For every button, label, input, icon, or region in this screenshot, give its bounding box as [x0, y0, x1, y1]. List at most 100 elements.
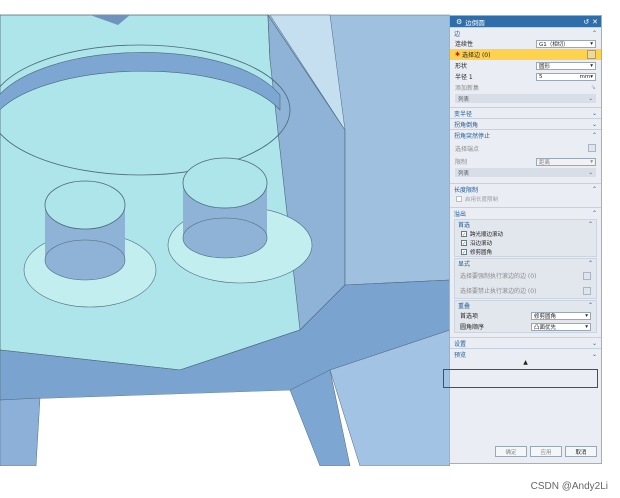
pref-checkbox-2[interactable]: ✓ 沿边滚动 [455, 238, 596, 247]
edge-list-label: 列表 [458, 96, 470, 103]
explicit-label: 显式 [458, 261, 471, 268]
section-settings[interactable]: 设置 ⌄ [450, 337, 601, 348]
section-corner-stop[interactable]: 拐角突然停止 ⌃ [450, 129, 601, 140]
explicit-force-row[interactable]: 选择要强制执行滚边的边 (0) [455, 268, 596, 283]
chevron-down-icon: ⌄ [591, 339, 597, 347]
resolve-label: 重叠 [458, 303, 471, 310]
select-endpoint-label: 选择端点 [455, 145, 480, 153]
required-star-icon: ✱ [455, 51, 461, 58]
corner-list-bar[interactable]: 列表 ⌄ [455, 168, 596, 177]
radius-input[interactable]: 5 mm ▾ [536, 72, 596, 81]
select-edge-row[interactable]: ✱ 选择边 (0) [450, 49, 601, 60]
section-length-limit-label: 长度限制 [454, 186, 479, 194]
section-preview[interactable]: 预览 ⌄ [450, 348, 601, 359]
explicit-header[interactable]: 显式 ⌃ [455, 259, 596, 268]
section-preview-label: 预览 [454, 351, 467, 359]
dialog-buttons: 确定 应用 取消 [450, 446, 601, 457]
chevron-down-icon: ⌄ [588, 169, 593, 176]
graphics-viewport[interactable] [0, 0, 450, 466]
continuity-value: G1（相切） [539, 41, 569, 48]
explicit-forbid-label: 选择要禁止执行滚边的边 (0) [460, 288, 537, 295]
chevron-down-icon: ▾ [590, 62, 593, 69]
checkbox-box: ✓ [456, 195, 462, 202]
limit-label: 限制 [455, 159, 468, 166]
resolve-header[interactable]: 重叠 ⌃ [455, 301, 596, 310]
chevron-down-icon: ⌄ [591, 109, 597, 117]
edge-blend-dialog: ⚙ 边倒圆 ↺ ✕ 边 ⌃ 连续性 G1（相切） ▾ ✱ 选择边 (0) 形状 … [449, 15, 602, 464]
resolve-preference-select[interactable]: 修剪圆角 ▾ [531, 311, 591, 320]
pref-item-label: 沿边滚动 [470, 240, 493, 247]
chevron-down-icon: ⌄ [591, 350, 597, 358]
section-corner-setback[interactable]: 拐角倒角 ⌄ [450, 118, 601, 129]
chevron-up-icon: ⌃ [591, 29, 597, 37]
apply-button[interactable]: 应用 [530, 446, 562, 457]
resolve-panel: 重叠 ⌃ 首选项 修剪圆角 ▾ 圆角顺序 凸面优先 ▾ [454, 300, 597, 333]
chevron-down-icon: ▾ [590, 40, 593, 47]
chevron-up-icon: ⌃ [587, 260, 593, 267]
ok-button[interactable]: 确定 [495, 446, 527, 457]
radius-unit: mm [579, 73, 591, 80]
blend-order-select[interactable]: 凸面优先 ▾ [531, 322, 591, 331]
checkbox-box: ✓ [461, 239, 467, 247]
section-edge[interactable]: 边 ⌃ [450, 27, 601, 38]
chevron-down-icon: ⌄ [591, 120, 597, 128]
preference-header[interactable]: 首选 ⌃ [455, 220, 596, 229]
radius-row: 半径 1 5 mm ▾ [450, 71, 601, 82]
reset-icon[interactable]: ↺ [583, 18, 589, 26]
section-variable-radius[interactable]: 变半径 ⌄ [450, 107, 601, 118]
pref-checkbox-1[interactable]: ✓ 跨光顺边滚动 [455, 229, 596, 238]
pref-checkbox-3[interactable]: ✓ 修剪圆角 [455, 247, 596, 256]
gear-icon: ⚙ [456, 17, 463, 26]
shape-select[interactable]: 圆形 ▾ [536, 61, 596, 70]
chevron-up-icon: ⌃ [591, 209, 597, 217]
limit-row: 限制 距离 ▾ [450, 156, 601, 167]
limit-select[interactable]: 距离 ▾ [536, 157, 596, 166]
chevron-down-icon: ▾ [590, 73, 593, 80]
chevron-down-icon: ▾ [585, 312, 588, 319]
explicit-force-label: 选择要强制执行滚边的边 (0) [460, 273, 537, 280]
preference-label: 首选 [458, 222, 471, 229]
explicit-forbid-row[interactable]: 选择要禁止执行滚边的边 (0) [455, 283, 596, 298]
checkbox-box: ✓ [461, 248, 467, 256]
section-overflow[interactable]: 溢出 ⌃ [450, 207, 601, 218]
chevron-up-icon: ⌃ [591, 185, 597, 193]
callout-box [443, 369, 598, 388]
resolve-preference-row: 首选项 修剪圆角 ▾ [455, 310, 596, 321]
explicit-panel: 显式 ⌃ 选择要强制执行滚边的边 (0) 选择要禁止执行滚边的边 (0) [454, 258, 597, 299]
section-corner-stop-label: 拐角突然停止 [454, 132, 491, 140]
checkbox-box: ✓ [461, 230, 467, 238]
edge-list-bar[interactable]: 列表 ⌄ [455, 94, 596, 103]
resolve-preference-label: 首选项 [460, 313, 479, 320]
close-icon[interactable]: ✕ [592, 18, 598, 26]
cube-icon [583, 286, 591, 295]
blend-order-label: 圆角顺序 [460, 324, 485, 331]
section-overflow-label: 溢出 [454, 210, 467, 218]
resolve-preference-value: 修剪圆角 [534, 313, 557, 320]
add-set-row[interactable]: 添加新集 ⇘ [450, 82, 601, 93]
cancel-button[interactable]: 取消 [565, 446, 597, 457]
continuity-select[interactable]: G1（相切） ▾ [536, 39, 596, 48]
pref-item-label: 修剪圆角 [470, 249, 493, 256]
radius-value: 5 [539, 73, 543, 80]
endpoint-icon [588, 144, 596, 152]
preference-panel: 首选 ⌃ ✓ 跨光顺边滚动 ✓ 沿边滚动 ✓ 修剪圆角 [454, 219, 597, 257]
blend-order-value: 凸面优先 [534, 324, 557, 331]
add-set-icon: ⇘ [590, 84, 596, 91]
chevron-down-icon: ▾ [585, 323, 588, 330]
corner-list-label: 列表 [458, 170, 470, 177]
section-length-limit[interactable]: 长度限制 ⌃ [450, 183, 601, 194]
shape-value: 圆形 [539, 63, 551, 70]
enable-length-limit-label: 启用长度限制 [465, 196, 499, 203]
chevron-up-icon: ⌃ [587, 221, 593, 228]
enable-length-limit-checkbox[interactable]: ✓ 启用长度限制 [450, 194, 601, 203]
section-settings-label: 设置 [454, 340, 467, 348]
select-edge-label: 选择边 (0) [462, 52, 491, 59]
collapse-arrow-icon[interactable]: ▲ [450, 359, 601, 368]
chevron-up-icon: ⌃ [591, 131, 597, 139]
chevron-down-icon: ⌄ [588, 95, 593, 102]
continuity-label: 连续性 [455, 41, 474, 48]
chevron-up-icon: ⌃ [587, 302, 593, 309]
select-endpoint-row[interactable]: 选择端点 [450, 140, 601, 156]
shape-label: 形状 [455, 63, 468, 70]
cube-icon [583, 271, 591, 280]
